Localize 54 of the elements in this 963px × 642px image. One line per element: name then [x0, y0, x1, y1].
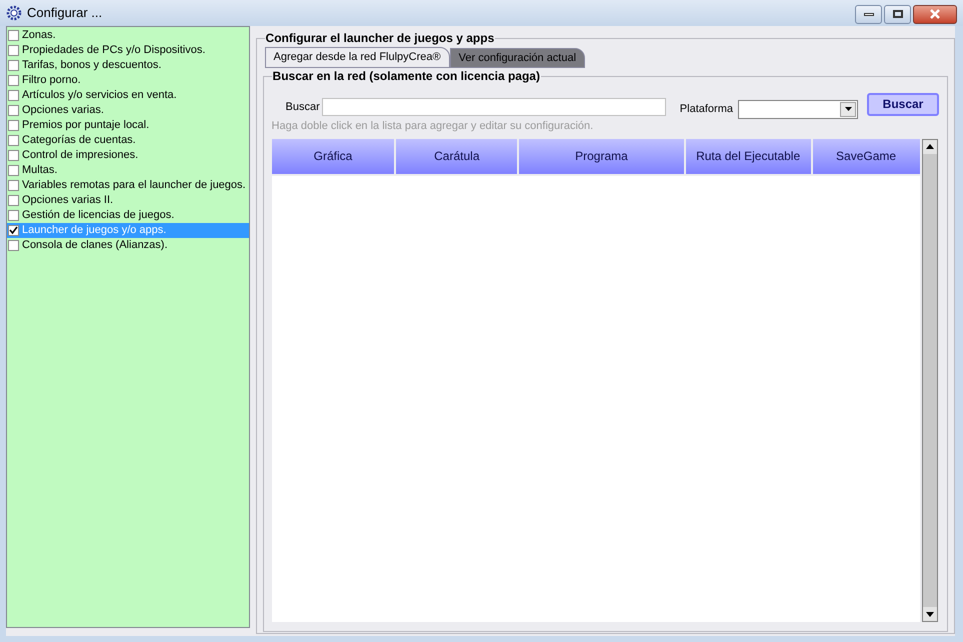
- checkbox[interactable]: [8, 45, 19, 56]
- tab[interactable]: Agregar desde la red FlulpyCrea®: [264, 47, 450, 68]
- checkbox[interactable]: [8, 135, 19, 146]
- search-field[interactable]: [322, 98, 666, 116]
- column-header[interactable]: Programa: [519, 138, 684, 174]
- sidebar-item[interactable]: Filtro porno.: [7, 73, 249, 88]
- sidebar-item[interactable]: Tarifas, bonos y descuentos.: [7, 58, 249, 73]
- checkbox[interactable]: [8, 60, 19, 71]
- sidebar-item[interactable]: Artículos y/o servicios en venta.: [7, 88, 249, 103]
- checkbox[interactable]: [8, 225, 19, 236]
- sidebar-item[interactable]: Categorías de cuentas.: [7, 133, 249, 148]
- sidebar-item[interactable]: Consola de clanes (Alianzas).: [7, 238, 249, 253]
- platform-label: Plataforma: [680, 102, 733, 117]
- checkbox[interactable]: [8, 30, 19, 41]
- checkbox[interactable]: [8, 240, 19, 251]
- scrollbar[interactable]: [922, 138, 938, 622]
- checkbox[interactable]: [8, 120, 19, 131]
- column-header[interactable]: Ruta del Ejecutable: [686, 138, 811, 174]
- close-button[interactable]: [913, 4, 957, 24]
- checkbox[interactable]: [8, 150, 19, 161]
- platform-dropdown[interactable]: [738, 100, 858, 118]
- column-header[interactable]: Gráfica: [272, 138, 394, 174]
- column-header[interactable]: Carátula: [396, 138, 518, 174]
- checkbox[interactable]: [8, 195, 19, 206]
- sidebar-item[interactable]: Gestión de licencias de juegos.: [7, 208, 249, 223]
- window-title: Configurar ...: [27, 4, 102, 22]
- sidebar-item[interactable]: Opciones varias.: [7, 103, 249, 118]
- search-button[interactable]: Buscar: [867, 92, 939, 116]
- sidebar-item[interactable]: Control de impresiones.: [7, 148, 249, 163]
- sidebar-item[interactable]: Zonas.: [7, 28, 249, 43]
- gear-icon: [6, 5, 22, 21]
- checkbox[interactable]: [8, 165, 19, 176]
- checkbox[interactable]: [8, 210, 19, 221]
- maximize-button[interactable]: [884, 4, 911, 24]
- dropdown-arrow-icon: [844, 107, 852, 111]
- close-icon: [929, 9, 941, 19]
- column-header[interactable]: SaveGame: [812, 138, 920, 174]
- hint-text: Haga doble click en la lista para agregar y editar su configuración.: [272, 119, 594, 134]
- checkbox[interactable]: [8, 105, 19, 116]
- sidebar-item[interactable]: Opciones varias II.: [7, 193, 249, 208]
- search-label: Buscar: [286, 100, 320, 115]
- sidebar-item[interactable]: Propiedades de PCs y/o Dispositivos.: [7, 43, 249, 58]
- checkbox[interactable]: [8, 90, 19, 101]
- sidebar-item[interactable]: Premios por puntaje local.: [7, 118, 249, 133]
- scroll-up-icon: [922, 140, 937, 154]
- tab[interactable]: Ver configuración actual: [450, 48, 586, 68]
- sidebar-item[interactable]: Multas.: [7, 163, 249, 178]
- scroll-down-icon: [922, 606, 937, 620]
- group-title: Configurar el launcher de juegos y apps: [264, 31, 496, 45]
- checkbox[interactable]: [8, 75, 19, 86]
- sidebar-item[interactable]: Variables remotas para el launcher de juegos.: [7, 178, 249, 193]
- minimize-button[interactable]: [855, 4, 882, 24]
- checkbox[interactable]: [8, 180, 19, 191]
- group-title: Buscar en la red (solamente con licencia paga): [272, 69, 541, 83]
